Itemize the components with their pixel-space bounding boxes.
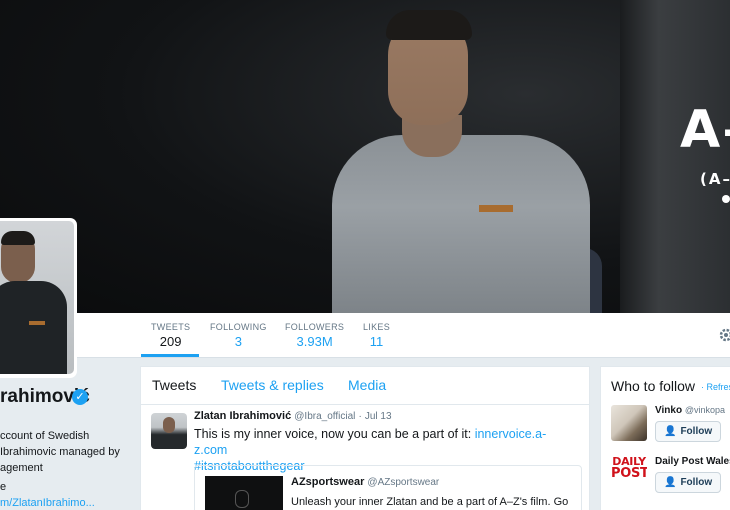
tweet-author-handle[interactable]: @Ibra_official	[294, 411, 355, 422]
stat-label: TWEETS	[151, 322, 191, 332]
quoted-tweet[interactable]: AZsportswear @AZsportswear Unleash your …	[194, 465, 582, 510]
stat-value: 209	[159, 334, 182, 349]
tweet-avatar-head	[163, 417, 175, 433]
tab-media[interactable]: Media	[348, 377, 386, 393]
tweet-author-name[interactable]: Zlatan Ibrahimović	[194, 410, 291, 422]
suggestion-name[interactable]: Daily Post Wales	[655, 456, 730, 467]
refresh-separator: ·	[701, 382, 704, 392]
follow-label: Follow	[680, 477, 713, 488]
logo-text-bottom: POST	[611, 466, 647, 481]
who-to-follow-title: Who to follow	[611, 378, 696, 394]
avatar-hair	[1, 231, 35, 245]
tweet-header: Zlatan Ibrahimović @Ibra_official · Jul …	[194, 410, 392, 422]
tweet-body: This is my inner voice, now you can be a…	[194, 427, 472, 441]
timeline-tabs: Tweets Tweets & replies Media	[141, 367, 589, 405]
stat-value: 3	[234, 334, 242, 349]
profile-nav: TWEETS 209 FOLLOWING 3 FOLLOWERS 3.93M L…	[0, 313, 730, 358]
refresh-link[interactable]: · Refresh	[701, 382, 730, 392]
stat-followers[interactable]: FOLLOWERS 3.93M	[285, 322, 344, 349]
tweet-separator: ·	[358, 411, 362, 422]
refresh-label[interactable]: Refresh	[707, 382, 730, 392]
timeline: Tweets Tweets & replies Media Zlatan Ibr…	[140, 366, 590, 510]
suggestion-avatar[interactable]	[611, 405, 647, 441]
verified-badge-icon: ✓	[72, 389, 88, 405]
link-icon: e	[0, 481, 7, 493]
suggestion-header: Vinko @vinkopa	[655, 405, 725, 416]
media-thumbnail-icon	[235, 490, 249, 508]
suggestion-handle[interactable]: @vinkopa	[685, 405, 725, 415]
quoted-author-handle: @AZsportswear	[367, 477, 440, 488]
profile-bio: ccount of Swedish Ibrahimovic managed by…	[0, 430, 120, 474]
follow-button[interactable]: 👤 Follow	[655, 472, 721, 493]
tweet[interactable]: Zlatan Ibrahimović @Ibra_official · Jul …	[141, 405, 589, 510]
avatar-logo	[29, 321, 45, 325]
profile-avatar[interactable]	[0, 218, 77, 378]
gear-icon[interactable]	[717, 326, 730, 344]
follow-button[interactable]: 👤 Follow	[655, 421, 721, 442]
banner-figure-logo	[479, 205, 513, 212]
avatar-photo	[0, 221, 74, 374]
daily-post-logo[interactable]: DAILY POST	[611, 456, 647, 492]
banner-brand-dot	[722, 195, 730, 203]
stat-value: 11	[369, 334, 384, 349]
quoted-author-name: AZsportswear	[291, 476, 365, 488]
active-stat-indicator	[141, 354, 199, 357]
stat-label: FOLLOWERS	[285, 322, 345, 332]
stat-tweets[interactable]: TWEETS 209	[151, 322, 190, 349]
tweet-date[interactable]: Jul 13	[365, 411, 392, 422]
add-user-icon: 👤	[664, 426, 677, 437]
profile-website-link[interactable]: m/ZlatanIbrahimo...	[0, 497, 95, 509]
stat-following[interactable]: FOLLOWING 3	[210, 322, 267, 349]
suggestion-header: Daily Post Wales	[655, 456, 730, 467]
stat-likes[interactable]: LIKES 11	[363, 322, 390, 349]
profile-banner: A– (A–	[0, 0, 730, 313]
quoted-tweet-header: AZsportswear @AZsportswear	[291, 476, 439, 488]
tab-tweets[interactable]: Tweets	[152, 377, 196, 393]
tab-tweets-replies[interactable]: Tweets & replies	[221, 377, 324, 393]
add-user-icon: 👤	[664, 477, 677, 488]
suggestion-item: DAILY POST Daily Post Wales 👤 Follow	[611, 456, 730, 506]
stat-label: FOLLOWING	[210, 322, 267, 332]
who-to-follow: Who to follow · Refresh Vinko @vinkopa 👤…	[600, 366, 730, 510]
banner-brand-text: A–	[680, 100, 730, 160]
stat-label: LIKES	[363, 322, 391, 332]
banner-figure-hair	[386, 10, 472, 40]
follow-label: Follow	[680, 426, 713, 437]
quoted-tweet-text: Unleash your inner Zlatan and be a part …	[291, 496, 569, 508]
banner-brand-subtext: (A–	[700, 170, 730, 188]
avatar-body	[0, 281, 67, 374]
suggestion-item: Vinko @vinkopa 👤 Follow	[611, 405, 730, 455]
suggestion-name[interactable]: Vinko	[655, 405, 682, 416]
quoted-tweet-media	[205, 476, 283, 510]
tweet-avatar[interactable]	[151, 413, 187, 449]
banner-figure-shirt	[332, 135, 590, 313]
stat-value: 3.93M	[296, 334, 333, 349]
